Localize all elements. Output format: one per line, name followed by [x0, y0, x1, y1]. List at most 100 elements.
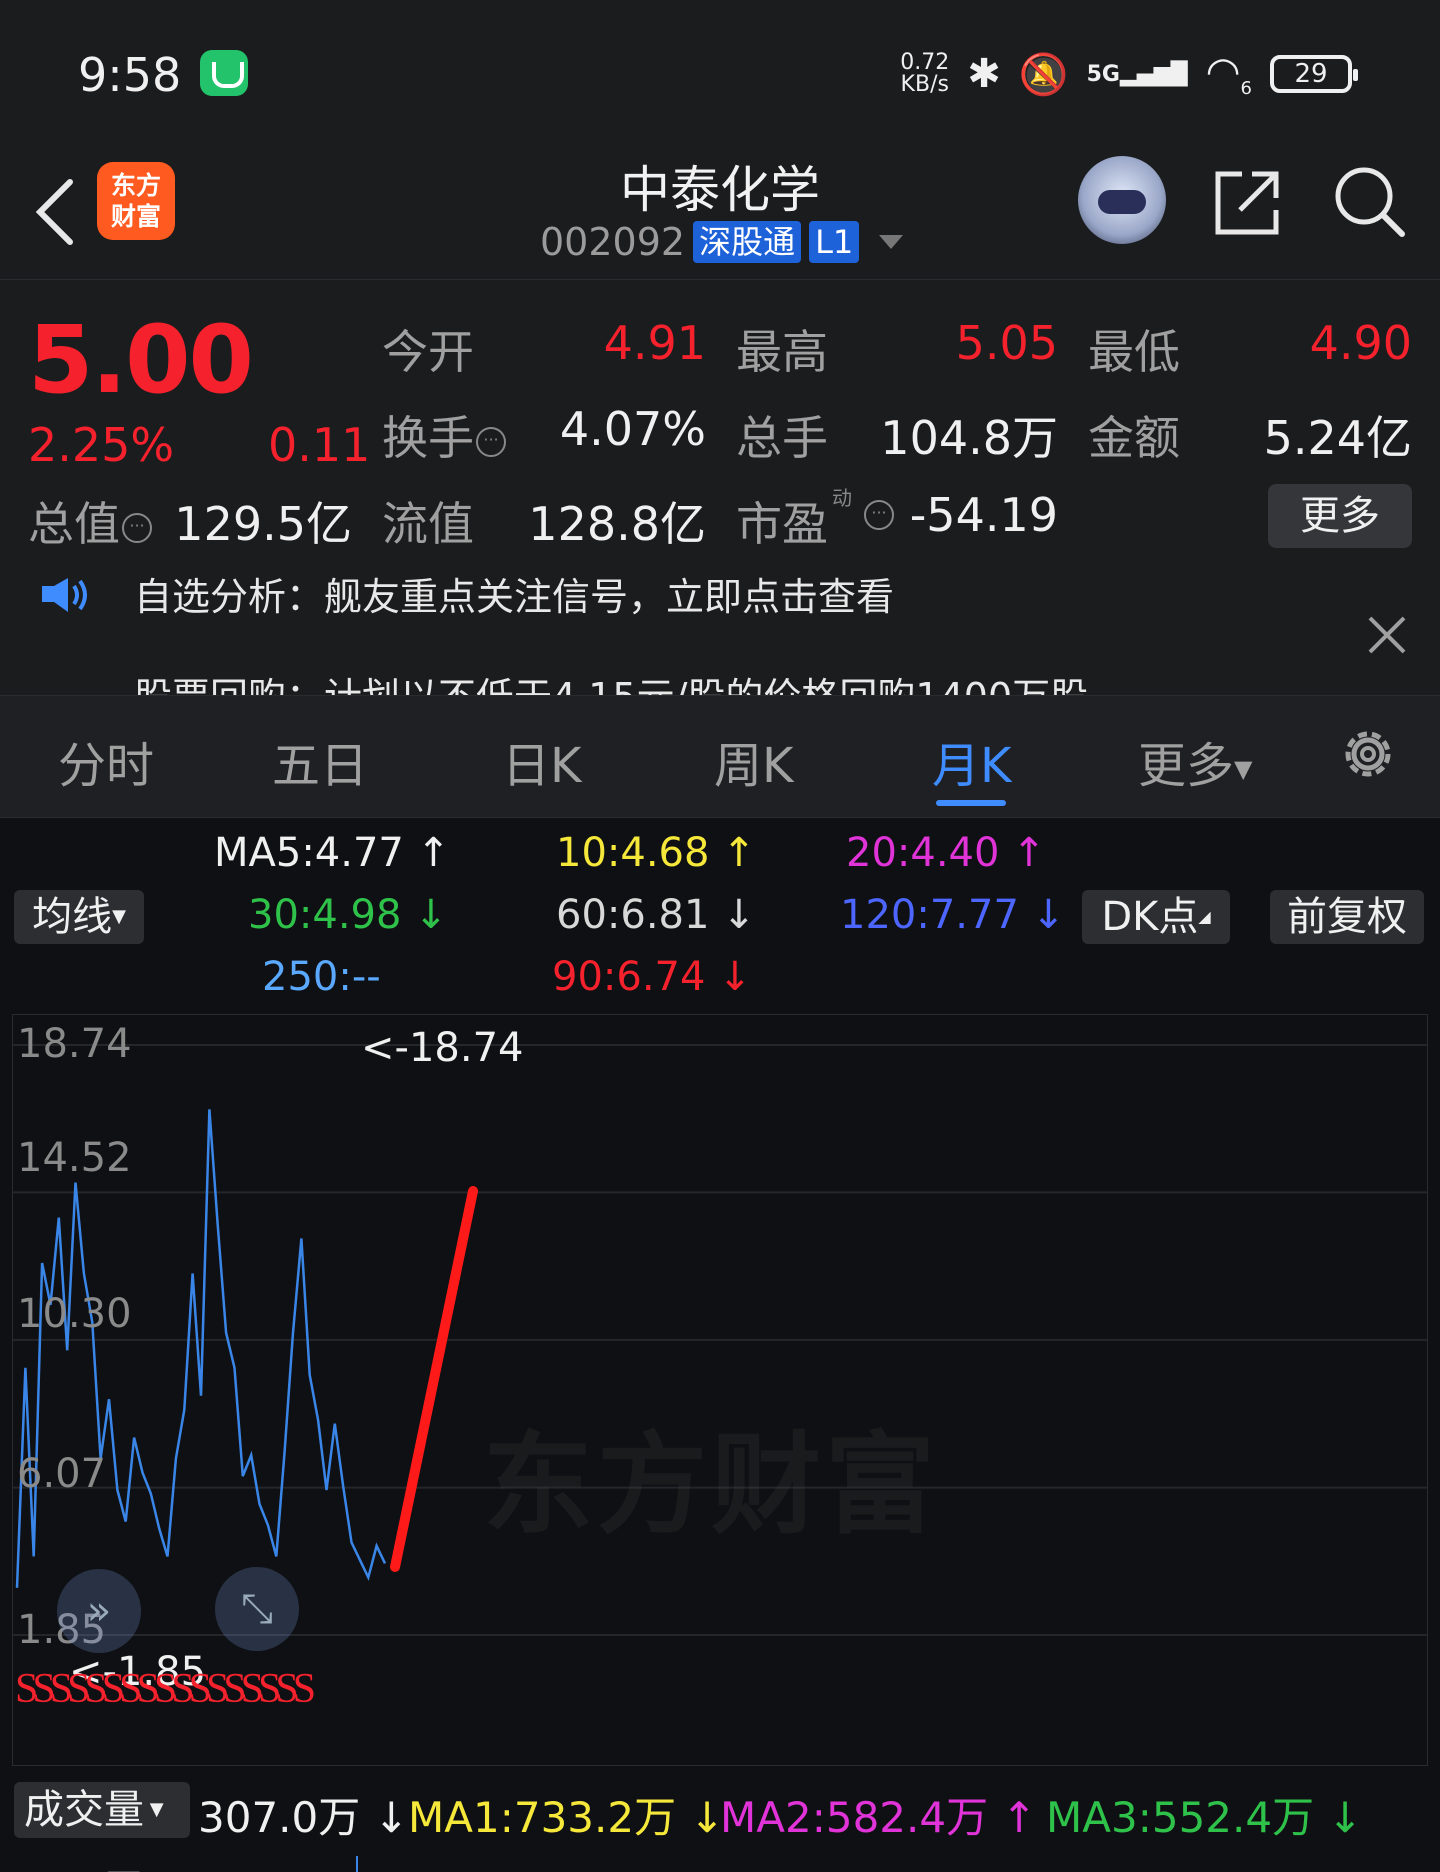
pe-label[interactable]: 市盈 — [736, 488, 828, 554]
close-icon[interactable] — [1366, 614, 1408, 656]
chevron-down-icon: ▼ — [112, 906, 126, 927]
ytick-3: 10.30 — [17, 1291, 132, 1337]
ai-robot-icon[interactable] — [1078, 156, 1166, 244]
mi-home-icon — [200, 50, 248, 96]
chevron-down-icon[interactable] — [879, 235, 904, 249]
high-label: 最高 — [736, 325, 828, 379]
volume-current: 307.0万 ↓ — [198, 1793, 409, 1842]
volume-ma3: MA3:552.4万 ↓ — [1046, 1793, 1363, 1842]
price-adjust-button[interactable]: 前复权 — [1270, 890, 1424, 944]
ma-selector-button[interactable]: 均线▼ — [14, 890, 144, 944]
ma60-value: 60:6.81 ↓ — [556, 892, 756, 938]
ytick-2: 14.52 — [17, 1135, 132, 1181]
notice-text-next[interactable]: 股票回购：计划以不低于4.15元/股的价格回购1400万股 — [134, 666, 1088, 695]
amount-label: 金额 — [1088, 411, 1180, 465]
gear-icon[interactable] — [1336, 722, 1400, 786]
peak-label: <-18.74 — [361, 1025, 524, 1071]
tab-weekly-k[interactable]: 周K — [714, 726, 793, 796]
volume-indicator-label: 成交量 — [24, 1787, 144, 1833]
ma250-value: 250:-- — [262, 954, 381, 1000]
speaker-icon — [42, 578, 87, 612]
change-value: 0.11 — [268, 418, 371, 472]
turnover-label[interactable]: 换手 ··· — [382, 402, 506, 468]
ma5-value: MA5:4.77 ↑ — [214, 830, 451, 876]
pe-dynamic-mark: 动 — [832, 486, 852, 510]
mute-bell-icon: 🔕 — [1018, 51, 1069, 98]
tab-more[interactable]: 更多▼ — [1138, 726, 1252, 796]
level-tag: L1 — [809, 221, 860, 263]
amount-value: 5.24亿 — [1263, 411, 1412, 465]
info-icon[interactable]: ··· — [864, 500, 894, 530]
ma10-value: 10:4.68 ↑ — [556, 830, 756, 876]
float-value: 128.8亿 — [528, 497, 706, 551]
active-tab-indicator — [936, 800, 1006, 806]
volume-label: 总手 — [736, 411, 828, 465]
kline-chart-area: MA5:4.77 ↑ 10:4.68 ↑ 20:4.40 ↑ 均线▼ 30:4.… — [0, 818, 1440, 1872]
stock-header: 东方 财富 中泰化学 002092 深股通 L1 — [0, 140, 1440, 280]
change-percent: 2.25% — [28, 418, 175, 472]
battery-icon: 29 — [1270, 55, 1358, 93]
tab-more-label: 更多 — [1138, 738, 1235, 794]
float-label: 流值 — [382, 497, 474, 551]
bluetooth-icon: ✱ — [967, 51, 1001, 97]
info-icon[interactable]: ··· — [476, 426, 506, 457]
volume-ma2: MA2:582.4万 ↑ — [720, 1793, 1037, 1842]
turnover-label-text: 换手 — [382, 411, 474, 465]
quote-panel: 5.00 2.25% 0.11 今开 4.91 最高 5.05 最低 4.90 … — [0, 280, 1440, 570]
share-icon[interactable] — [1212, 166, 1284, 238]
dk-point-label: DK点 — [1101, 894, 1199, 940]
volume-cursor-line — [356, 1856, 358, 1872]
net-speed: 0.72 KB/s — [900, 52, 949, 96]
signal-markers: SSSSSSSSSSSSSSSSS — [15, 1666, 316, 1712]
corner-triangle-icon: ◢ — [1198, 907, 1211, 926]
ma-selector-label: 均线 — [32, 894, 113, 940]
pe-value: -54.19 — [909, 488, 1058, 542]
ma30-value: 30:4.98 ↓ — [248, 892, 448, 938]
ma20-value: 20:4.40 ↑ — [846, 830, 1046, 876]
wifi-icon: ◠6 — [1205, 49, 1252, 99]
tab-monthly-k[interactable]: 月K — [932, 726, 1011, 796]
notice-banner[interactable]: 自选分析：舰友重点关注信号，立即点击查看 股票回购：计划以不低于4.15元/股的… — [0, 570, 1440, 696]
status-bar: 9:58 0.72 KB/s ✱ 🔕 5G▂▄▆█ ◠6 29 — [0, 0, 1440, 140]
network-type: 5G — [1086, 61, 1120, 87]
volume-tick: 2021万 — [14, 1858, 142, 1872]
chevron-down-icon: ▼ — [1234, 755, 1253, 783]
ytick-4: 6.07 — [17, 1451, 107, 1497]
red-annotation-stroke — [390, 1186, 478, 1572]
chevron-down-icon: ▼ — [144, 1799, 164, 1820]
watermark: 东方财富 — [483, 1421, 939, 1549]
search-icon[interactable] — [1332, 164, 1408, 240]
pe-label-text: 市盈 — [736, 497, 828, 551]
low-label: 最低 — [1088, 325, 1180, 379]
period-tabs: 分时 五日 日K 周K 月K 更多▼ — [0, 696, 1440, 818]
fullscreen-icon[interactable]: ⤡ — [215, 1567, 299, 1651]
signal-icon: 5G▂▄▆█ — [1086, 61, 1188, 87]
ytick-1: 18.74 — [17, 1021, 132, 1067]
tab-intraday[interactable]: 分时 — [58, 726, 154, 796]
mcap-label[interactable]: 总值 ··· — [28, 488, 152, 554]
wifi-sub: 6 — [1240, 78, 1252, 99]
expand-left-icon[interactable]: » — [57, 1569, 141, 1653]
status-time: 9:58 — [78, 48, 182, 102]
price-plot-svg — [13, 1044, 1427, 1636]
price-plot[interactable]: 东方财富 18.74 14.52 10.30 6.07 1.85 <-18.74… — [12, 1014, 1428, 1766]
tab-daily-k[interactable]: 日K — [502, 726, 581, 796]
tab-five-day[interactable]: 五日 — [272, 726, 368, 796]
dk-point-button[interactable]: DK点◢ — [1082, 890, 1230, 944]
price-line — [15, 1109, 387, 1588]
volume-header: 成交量 ▼ 307.0万 ↓ MA1:733.2万 ↓ MA2:582.4万 ↑… — [0, 1778, 1440, 1848]
mcap-value: 129.5亿 — [174, 497, 352, 551]
mcap-label-text: 总值 — [28, 497, 120, 551]
info-icon[interactable]: ··· — [122, 512, 152, 543]
stock-code-row[interactable]: 002092 深股通 L1 — [540, 220, 904, 264]
volume-value: 104.8万 — [880, 411, 1058, 465]
last-price: 5.00 — [28, 306, 254, 415]
net-speed-value: 0.72 — [900, 50, 950, 75]
more-button[interactable]: 更多 — [1268, 484, 1412, 548]
notice-text[interactable]: 自选分析：舰友重点关注信号，立即点击查看 — [134, 570, 894, 621]
stock-code: 002092 — [540, 220, 686, 264]
open-value: 4.91 — [603, 316, 706, 370]
ma120-value: 120:7.77 ↓ — [840, 892, 1066, 938]
ma90-value: 90:6.74 ↓ — [552, 954, 752, 1000]
volume-indicator-button[interactable]: 成交量 ▼ — [14, 1782, 190, 1838]
